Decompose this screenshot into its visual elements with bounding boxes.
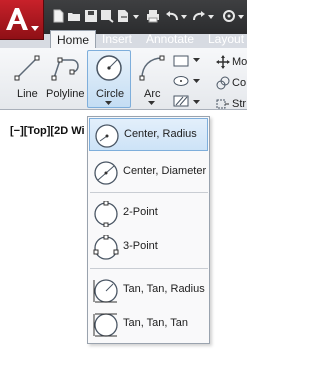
menu-item-tan-tan-tan[interactable]: Tan, Tan, Tan [89,308,208,341]
save-as-icon[interactable] [100,9,114,23]
publish-icon[interactable] [116,9,130,23]
save-icon[interactable] [84,9,98,23]
customize-dropdown-icon[interactable] [237,9,245,23]
line-icon[interactable] [14,54,40,82]
application-menu-button[interactable] [0,0,44,40]
menu-separator [90,192,208,193]
line-label[interactable]: Line [17,88,38,100]
menu-separator [90,268,208,269]
workspace-icon[interactable] [222,9,236,23]
circle-icon[interactable] [94,53,124,83]
menu-item-center-diameter[interactable]: Center, Diameter [89,156,208,189]
menu-item-3-point[interactable]: 3-Point [89,231,208,264]
new-file-icon[interactable] [51,9,65,23]
tab-layout[interactable]: Layout [208,30,244,48]
circle-dropdown-menu: Center, Radius Center, Diameter 2-Point … [87,116,210,344]
circle-center-diameter-icon [94,161,118,185]
polyline-icon[interactable] [50,54,84,82]
menu-item-label: Tan, Tan, Radius [123,283,205,295]
stretch-label[interactable]: Str [232,98,246,110]
circle-tan-tan-radius-icon [93,279,118,303]
open-folder-icon[interactable] [67,9,81,23]
ellipse-dropdown-arrow-icon[interactable] [193,79,200,84]
copy-label[interactable]: Co [232,77,246,89]
redo-icon[interactable] [192,9,206,23]
viewport-controls-label[interactable]: [−][Top][2D Wi [10,125,85,137]
circle-2-point-icon [94,201,118,227]
menu-item-label: Center, Radius [124,128,197,140]
menu-item-center-radius[interactable]: Center, Radius [89,118,208,151]
circle-3-point-icon [93,235,119,260]
menu-item-label: Center, Diameter [123,165,207,177]
circle-dropdown-arrow-icon[interactable] [105,101,112,106]
tab-insert[interactable]: Insert [102,30,132,48]
move-label[interactable]: Mo [232,56,247,68]
stretch-icon[interactable] [216,97,230,111]
circle-label[interactable]: Circle [96,88,124,100]
copy-icon[interactable] [216,76,230,90]
polyline-label[interactable]: Polyline [46,88,85,100]
menu-item-label: 2-Point [123,206,158,218]
rectangle-icon[interactable] [172,54,190,68]
menu-item-label: Tan, Tan, Tan [123,317,189,329]
plot-icon[interactable] [146,9,160,23]
circle-center-radius-icon [95,124,119,148]
redo-dropdown-icon[interactable] [207,9,215,23]
quick-access-toolbar [0,0,247,40]
publish-dropdown-icon[interactable] [132,9,140,23]
undo-icon[interactable] [165,9,179,23]
menu-item-tan-tan-radius[interactable]: Tan, Tan, Radius [89,274,208,307]
tab-annotate[interactable]: Annotate [146,30,194,48]
rectangle-dropdown-arrow-icon[interactable] [193,58,200,63]
menu-item-2-point[interactable]: 2-Point [89,197,208,230]
arc-dropdown-arrow-icon[interactable] [148,101,155,106]
autocad-logo-icon [6,8,39,31]
tab-home[interactable]: Home [50,30,97,48]
hatch-dropdown-arrow-icon[interactable] [193,100,200,105]
hatch-icon[interactable] [172,94,190,108]
move-icon[interactable] [216,55,230,69]
arc-icon[interactable] [138,54,166,82]
arc-label[interactable]: Arc [144,88,161,100]
undo-dropdown-icon[interactable] [180,9,188,23]
ellipse-icon[interactable] [172,74,190,88]
circle-tan-tan-tan-icon [93,313,118,337]
menu-item-label: 3-Point [123,240,158,252]
